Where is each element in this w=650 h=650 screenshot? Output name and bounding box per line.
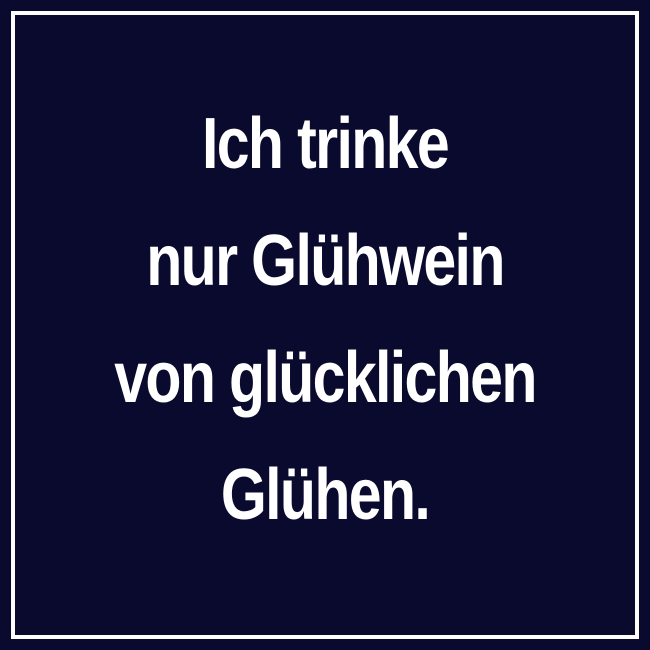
quote-line-4: Glühen. <box>220 455 431 535</box>
quote-line-2: nur Glühwein <box>146 221 505 301</box>
quote-card: Ich trinke nur Glühwein von glücklichen … <box>0 0 650 650</box>
quote-text: Ich trinke nur Glühwein von glücklichen … <box>59 86 592 554</box>
quote-line-1: Ich trinke <box>201 104 450 184</box>
quote-line-3: von glücklichen <box>114 338 537 418</box>
